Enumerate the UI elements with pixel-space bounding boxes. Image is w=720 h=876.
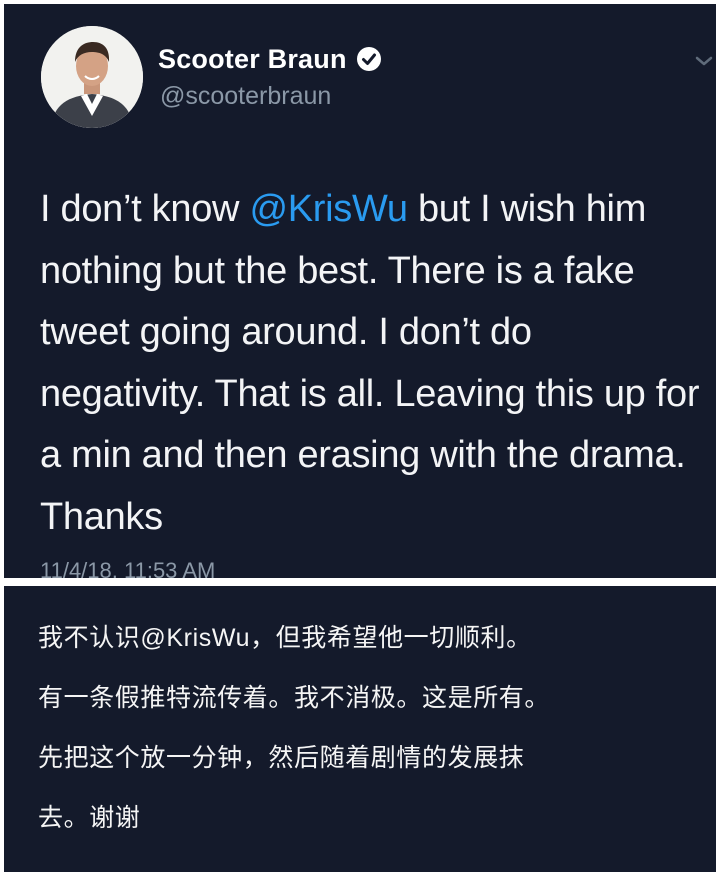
- tweet-text: I don’t know @KrisWu but I wish him noth…: [40, 179, 700, 548]
- translation-line: 先把这个放一分钟，然后随着剧情的发展抹: [38, 744, 525, 772]
- tweet-timestamp[interactable]: 11/4/18, 11:53 AM: [40, 556, 215, 578]
- translation-panel: 我不认识@KrisWu，但我希望他一切顺利。 有一条假推特流传着。我不消极。这是…: [4, 586, 716, 872]
- tweet-text-after: but I wish him nothing but the best. The…: [40, 188, 700, 538]
- chevron-down-icon[interactable]: [694, 54, 714, 68]
- verified-badge-icon: [356, 47, 381, 71]
- user-handle[interactable]: @scooterbraun: [160, 82, 331, 111]
- divider: [0, 578, 720, 586]
- display-name[interactable]: Scooter Braun: [158, 44, 347, 75]
- translation-text: 我不认识@KrisWu，但我希望他一切顺利。 有一条假推特流传着。我不消极。这是…: [38, 613, 698, 853]
- avatar[interactable]: [41, 26, 143, 128]
- mention-link[interactable]: @KrisWu: [249, 188, 408, 230]
- translation-line: 有一条假推特流传着。我不消极。这是所有。: [38, 684, 551, 712]
- translation-line: 我不认识@KrisWu，但我希望他一切顺利。: [38, 624, 532, 652]
- translation-line: 去。谢谢: [38, 804, 141, 832]
- avatar-image: [41, 26, 143, 128]
- tweet-card: Scooter Braun @scooterbraun I don’t know…: [4, 4, 716, 578]
- tweet-text-before: I don’t know: [40, 188, 250, 230]
